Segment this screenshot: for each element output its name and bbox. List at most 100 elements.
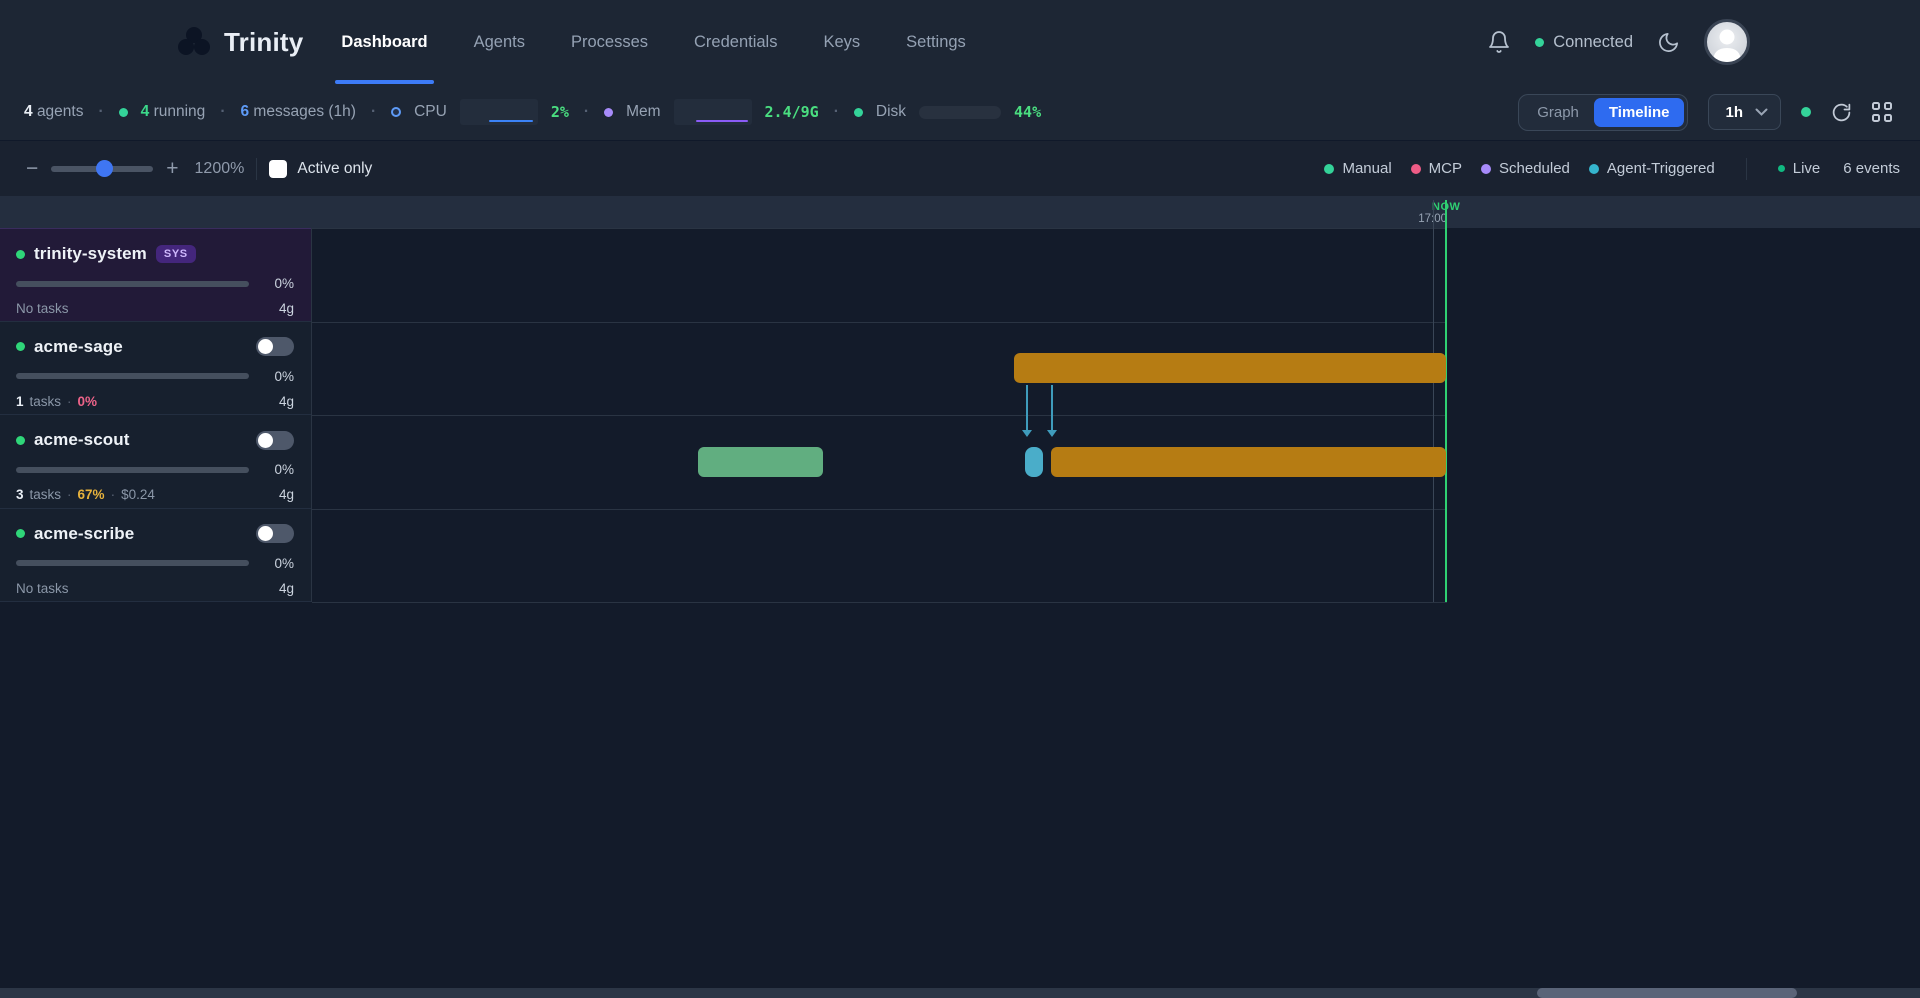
agent-status-dot-icon — [16, 342, 25, 351]
legend-label-mcp: MCP — [1429, 160, 1462, 177]
zoom-level-value: 1200% — [195, 160, 245, 178]
live-label: Live — [1793, 160, 1821, 177]
graph-view-button[interactable]: Graph — [1522, 98, 1594, 127]
main-nav: Dashboard Agents Processes Credentials K… — [341, 0, 965, 84]
sys-badge: SYS — [156, 245, 196, 263]
horizontal-scrollbar[interactable] — [0, 988, 1920, 998]
agent-tasks-word: tasks — [30, 487, 62, 502]
active-only-checkbox[interactable] — [269, 160, 287, 178]
agent-row-acme-scout[interactable]: acme-scout 0% 3 tasks · 67% · $0.24 4g — [0, 415, 311, 509]
legend-dot-manual-icon — [1324, 164, 1334, 174]
zoom-controls: − + 1200% — [26, 158, 244, 179]
agent-row-acme-sage[interactable]: acme-sage 0% 1 tasks · 0% 4g — [0, 322, 311, 416]
agent-tasks-meta: No tasks — [16, 581, 69, 596]
agent-tasks-count: 3 — [16, 487, 24, 502]
cpu-label: CPU — [414, 103, 447, 121]
agent-status-dot-icon — [16, 529, 25, 538]
mem-value: 2.4/9G — [765, 103, 819, 121]
legend-label-manual: Manual — [1342, 160, 1391, 177]
trinity-logo-icon — [178, 27, 210, 57]
agent-tasks-count: 1 — [16, 394, 24, 409]
agent-mem-value: 4g — [279, 301, 294, 316]
zoom-slider-thumb[interactable] — [96, 160, 113, 177]
agents-count: 4 — [24, 103, 33, 120]
separator: · — [67, 487, 72, 502]
separator: · — [218, 103, 227, 121]
event-bar-sage-manual[interactable] — [1014, 353, 1446, 383]
legend-item-mcp: MCP — [1411, 160, 1462, 177]
nav-right-group: Connected — [1487, 0, 1750, 84]
time-range-select[interactable]: 1h — [1708, 94, 1781, 130]
agent-cost: $0.24 — [121, 487, 155, 502]
separator: · — [111, 487, 116, 502]
zoom-in-button[interactable]: + — [166, 158, 178, 179]
agent-row-trinity-system[interactable]: trinity-system SYS 0% No tasks 4g — [0, 228, 311, 322]
connected-dot-icon — [1535, 38, 1544, 47]
event-bar-scout-manual[interactable] — [698, 447, 823, 477]
agent-tasks-word: tasks — [30, 394, 62, 409]
agent-toggle[interactable] — [256, 431, 294, 450]
legend-label-scheduled: Scheduled — [1499, 160, 1570, 177]
separator: · — [96, 103, 105, 121]
live-indicator: Live — [1778, 160, 1821, 177]
dark-mode-moon-icon[interactable] — [1657, 31, 1680, 54]
agent-status-dot-icon — [16, 436, 25, 445]
agent-cpu-progress — [16, 373, 249, 379]
agent-name: acme-scribe — [34, 524, 134, 544]
legend-label-agent-triggered: Agent-Triggered — [1607, 160, 1715, 177]
agent-name: acme-sage — [34, 337, 123, 357]
brand: Trinity — [178, 0, 303, 84]
agent-toggle[interactable] — [256, 524, 294, 543]
time-range-value: 1h — [1725, 104, 1743, 121]
active-only-label: Active only — [297, 160, 372, 178]
connected-label: Connected — [1553, 33, 1633, 52]
connection-status: Connected — [1535, 33, 1633, 52]
event-bar-scout-long[interactable] — [1051, 447, 1446, 477]
hour-gridline-17-00 — [1433, 200, 1434, 602]
agent-toggle[interactable] — [256, 337, 294, 356]
agent-cpu-progress — [16, 560, 249, 566]
divider — [1746, 158, 1747, 180]
agent-mem-value: 4g — [279, 394, 294, 409]
mem-label: Mem — [626, 103, 660, 121]
nav-tab-processes[interactable]: Processes — [571, 0, 648, 84]
legend-dot-mcp-icon — [1411, 164, 1421, 174]
timeline-view-button[interactable]: Timeline — [1594, 98, 1685, 127]
agent-cpu-value: 0% — [274, 462, 294, 477]
status-bar: 4 agents · 4 running · 6 messages (1h) ·… — [0, 84, 1920, 141]
legend-dot-agent-triggered-icon — [1589, 164, 1599, 174]
zoom-out-button[interactable]: − — [26, 158, 38, 179]
bell-icon[interactable] — [1487, 30, 1511, 54]
nav-tab-agents[interactable]: Agents — [474, 0, 525, 84]
agent-row-acme-scribe[interactable]: acme-scribe 0% No tasks 4g — [0, 509, 311, 603]
event-bar-scout-agent[interactable] — [1025, 447, 1043, 477]
chevron-down-icon — [1755, 108, 1768, 116]
now-marker-line — [1445, 200, 1447, 602]
status-right-group: Graph Timeline 1h — [1518, 94, 1892, 131]
zoom-slider[interactable] — [51, 166, 153, 172]
apps-grid-icon[interactable] — [1872, 102, 1892, 122]
nav-tab-settings[interactable]: Settings — [906, 0, 966, 84]
agent-mem-value: 4g — [279, 487, 294, 502]
agent-cpu-progress — [16, 467, 249, 473]
cpu-dot-icon — [391, 107, 401, 117]
cpu-value: 2% — [551, 103, 569, 121]
mem-dot-icon — [604, 108, 613, 117]
grid-row-acme-scribe — [312, 510, 1447, 604]
user-avatar[interactable] — [1704, 19, 1750, 65]
agent-name: trinity-system — [34, 244, 147, 264]
nav-tab-dashboard[interactable]: Dashboard — [341, 0, 427, 84]
horizontal-scrollbar-thumb[interactable] — [1537, 988, 1797, 998]
messages-count: 6 — [240, 103, 249, 120]
nav-tab-credentials[interactable]: Credentials — [694, 0, 777, 84]
mem-sparkline — [674, 99, 752, 125]
agent-cpu-value: 0% — [274, 369, 294, 384]
running-count: 4 — [141, 103, 150, 120]
separator: · — [582, 103, 591, 121]
nav-tab-keys[interactable]: Keys — [823, 0, 860, 84]
refresh-icon[interactable] — [1831, 102, 1852, 123]
cpu-sparkline — [460, 99, 538, 125]
timeline-chart: NOW 17:00 trinity-system SYS 0% No tasks… — [0, 196, 1920, 603]
running-label: running — [154, 103, 206, 120]
messages-label: messages (1h) — [253, 103, 356, 120]
